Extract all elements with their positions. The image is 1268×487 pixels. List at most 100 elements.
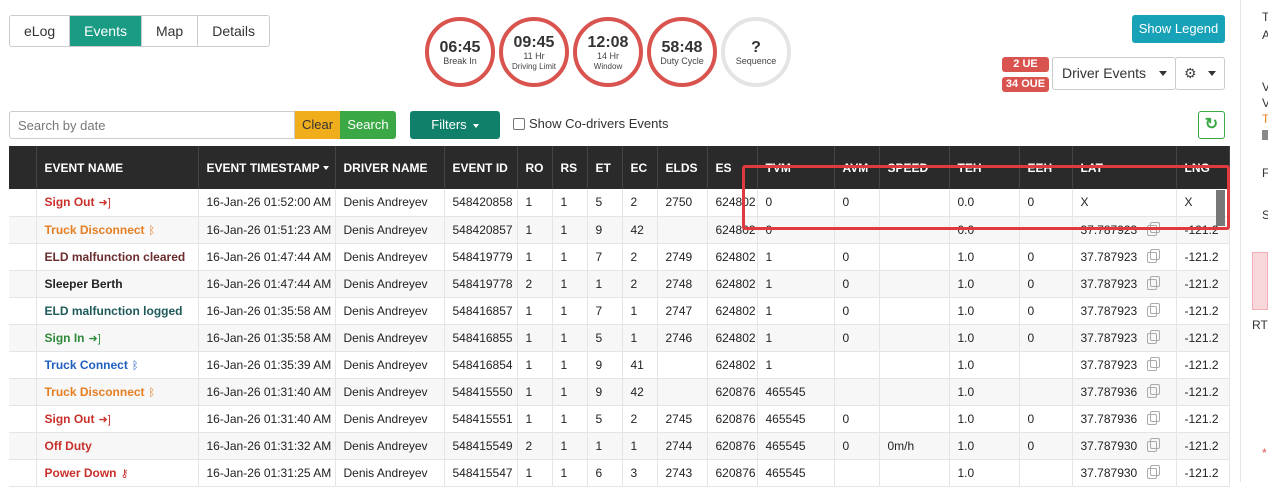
table-row[interactable]: Off Duty 16-Jan-26 01:31:32 AM Denis Andre… [9,432,1230,460]
show-codrivers-toggle[interactable]: Show Co-drivers Events [513,116,668,131]
event-name[interactable]: Truck Disconnect [45,223,145,237]
row-select-cell[interactable] [9,405,37,433]
cell-lng: -121.2 [1176,351,1230,379]
col-header-rs[interactable]: RS [552,146,588,189]
table-row[interactable]: Truck Connect ᛒ 16-Jan-26 01:35:39 AM Denis… [9,351,1230,379]
table-row[interactable]: Sign Out ➜] 16-Jan-26 01:31:40 AM Denis And… [9,405,1230,433]
cell-es: 624802 [707,216,758,244]
table-row[interactable]: ELD malfunction logged 16-Jan-26 01:35:58… [9,297,1230,325]
event-name[interactable]: Truck Disconnect [45,385,145,399]
cell-es: 620876 [707,378,758,406]
col-header-et[interactable]: ET [587,146,623,189]
copy-icon[interactable] [1147,383,1161,398]
timer-value: 12:08 [587,33,629,51]
col-header-teh[interactable]: TEH [949,146,1020,189]
row-select-cell[interactable] [9,243,37,271]
copy-icon[interactable] [1147,275,1161,290]
cell-elds: 2746 [657,324,708,352]
event-name[interactable]: Sign Out [45,412,95,426]
table-row[interactable]: Sign Out ➜] 16-Jan-26 01:52:00 AM Denis And… [9,189,1230,217]
side-panel-toggle[interactable] [1262,130,1268,140]
col-header-ec[interactable]: EC [622,146,658,189]
cell-et: 9 [587,378,623,406]
col-header-eeh[interactable]: EEH [1019,146,1073,189]
row-select-cell[interactable] [9,378,37,406]
show-legend-button[interactable]: Show Legend [1132,15,1225,43]
cell-teh: 1.0 [949,405,1020,433]
row-select-cell[interactable] [9,324,37,352]
copy-icon[interactable] [1147,356,1161,371]
copy-icon[interactable] [1147,410,1161,425]
cell-ec: 1 [622,297,658,325]
copy-icon[interactable] [1147,437,1161,452]
settings-dropdown[interactable]: ⚙ [1175,57,1225,90]
col-header-tvm[interactable]: TVM [757,146,835,189]
cell-lat: 37.787923 [1072,324,1177,352]
table-scrollbar[interactable] [1216,190,1225,226]
copy-icon[interactable] [1147,221,1161,236]
copy-icon[interactable] [1147,248,1161,263]
cell-es: 624802 [707,351,758,379]
col-header-lat[interactable]: LAT [1072,146,1177,189]
table-row[interactable]: Sleeper Berth 16-Jan-26 01:47:44 AM Denis … [9,270,1230,298]
driver-events-select[interactable]: Driver Events [1052,57,1176,90]
row-select-cell[interactable] [9,189,37,217]
filters-button[interactable]: Filters [410,111,500,139]
tab-map[interactable]: Map [141,16,199,46]
row-select-cell[interactable] [9,216,37,244]
codrivers-checkbox[interactable] [513,117,525,130]
event-name[interactable]: Truck Connect [45,358,128,372]
col-header-elds[interactable]: ELDS [657,146,708,189]
col-header-es[interactable]: ES [707,146,758,189]
col-header-event-timestamp[interactable]: EVENT TIMESTAMP [198,146,336,189]
row-select-cell[interactable] [9,351,37,379]
bluetooth-icon: ᛒ [131,359,139,372]
search-button[interactable]: Search [340,111,396,139]
refresh-button[interactable]: ↻ [1198,111,1225,139]
col-header-event-name[interactable]: EVENT NAME [36,146,199,189]
cell-tvm: 1 [757,270,835,298]
event-name[interactable]: Off Duty [45,439,92,453]
event-name[interactable]: Power Down [45,466,117,480]
table-row[interactable]: ELD malfunction cleared 16-Jan-26 01:47:4… [9,243,1230,271]
col-header-select [9,146,37,189]
tab-events[interactable]: Events [70,16,142,46]
col-header-lng[interactable]: LNG [1176,146,1230,189]
row-select-cell[interactable] [9,297,37,325]
cell-avm: 0 [834,405,880,433]
event-name-cell: ELD malfunction logged [36,297,199,325]
lat-value: X [1080,195,1089,210]
copy-icon[interactable] [1147,329,1161,344]
col-header-ro[interactable]: RO [517,146,553,189]
chevron-down-icon [1208,71,1216,76]
cell-lat: 37.787923 [1072,297,1177,325]
event-name[interactable]: ELD malfunction logged [45,304,183,318]
cell-rs: 1 [552,324,588,352]
table-row[interactable]: Truck Disconnect ᛒ 16-Jan-26 01:31:40 AM De… [9,378,1230,406]
cell-speed [879,270,950,298]
copy-icon[interactable] [1147,464,1161,479]
copy-icon[interactable] [1147,302,1161,317]
cell-rs: 1 [552,189,588,217]
event-name[interactable]: Sign In [45,331,85,345]
row-select-cell[interactable] [9,432,37,460]
cell-teh: 1.0 [949,378,1020,406]
date-search-input[interactable] [9,111,295,139]
col-header-driver-name[interactable]: DRIVER NAME [335,146,445,189]
tab-details[interactable]: Details [198,16,269,46]
col-header-avm[interactable]: AVM [834,146,880,189]
tab-elog[interactable]: eLog [10,16,71,46]
clear-button[interactable]: Clear [295,111,340,139]
table-row[interactable]: Sign In ➜] 16-Jan-26 01:35:58 AM Denis Andr… [9,324,1230,352]
timer-window: 12:08 14 Hr Window [573,17,643,87]
row-select-cell[interactable] [9,270,37,298]
table-row[interactable]: Truck Disconnect ᛒ 16-Jan-26 01:51:23 AM De… [9,216,1230,244]
col-header-event-id[interactable]: EVENT ID [444,146,518,189]
cell-rs: 1 [552,216,588,244]
event-name[interactable]: Sleeper Berth [45,277,123,291]
event-name[interactable]: Sign Out [45,195,95,209]
event-name[interactable]: ELD malfunction cleared [45,250,186,264]
col-header-speed[interactable]: SPEED [879,146,950,189]
cell-speed [879,189,950,217]
timer-sublabel: Window [593,61,623,71]
